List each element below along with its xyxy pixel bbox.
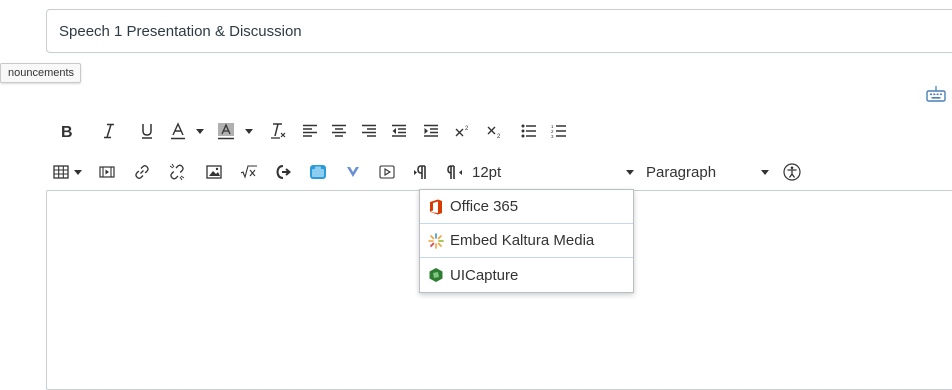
embed-icon: [379, 165, 395, 179]
indent-button[interactable]: [414, 117, 448, 145]
image-button[interactable]: [196, 158, 232, 186]
italic-button[interactable]: [88, 117, 130, 145]
outdent-button[interactable]: [384, 117, 414, 145]
text-color-icon: [171, 122, 185, 140]
apps-button[interactable]: [300, 158, 336, 186]
align-left-button[interactable]: [296, 117, 324, 145]
superscript-button[interactable]: 2: [448, 117, 478, 145]
embed-button[interactable]: [370, 158, 404, 186]
unlink-button[interactable]: [158, 158, 196, 186]
background-color-button[interactable]: [210, 117, 260, 145]
italic-icon: [104, 123, 114, 139]
menu-item-uicapture[interactable]: UICapture: [420, 258, 633, 292]
table-icon: [52, 165, 69, 179]
ltr-icon: [414, 165, 426, 179]
chevron-down-icon: [245, 128, 253, 134]
rtl-button[interactable]: [438, 158, 472, 186]
media-icon: [99, 166, 115, 178]
link-icon: [135, 165, 149, 179]
menu-item-label: Embed Kaltura Media: [450, 232, 595, 249]
align-center-icon: [332, 124, 346, 137]
align-center-button[interactable]: [324, 117, 354, 145]
apps-icon: [310, 165, 326, 179]
underline-icon: [142, 124, 152, 139]
uicapture-icon: [428, 267, 444, 283]
svg-text:2: 2: [465, 126, 469, 132]
font-size-value: 12pt: [472, 163, 502, 181]
align-right-button[interactable]: [354, 117, 384, 145]
menu-item-office365[interactable]: Office 365: [420, 190, 633, 224]
accessibility-button[interactable]: [775, 158, 809, 186]
indent-icon: [424, 124, 438, 137]
align-left-icon: [303, 124, 317, 137]
image-icon: [206, 165, 222, 179]
chevron-down-icon: [626, 169, 634, 175]
align-right-icon: [362, 124, 376, 137]
font-size-select[interactable]: 12pt: [472, 158, 640, 186]
equation-icon: [240, 165, 257, 179]
numbered-list-button[interactable]: 123: [546, 117, 572, 145]
v-icon: [347, 167, 359, 177]
subscript-icon: 2: [487, 126, 501, 138]
chevron-down-icon: [73, 169, 82, 175]
ltr-button[interactable]: [404, 158, 438, 186]
background-color-icon: [218, 123, 234, 140]
clear-formatting-button[interactable]: [260, 117, 296, 145]
office365-icon: [428, 199, 444, 215]
rtl-icon: [447, 165, 462, 179]
insert-toolbar: 12pt Paragraph: [46, 158, 809, 186]
svg-text:B: B: [61, 124, 73, 139]
underline-button[interactable]: [130, 117, 164, 145]
media-button[interactable]: [88, 158, 126, 186]
formatting-toolbar: B 2 2 123: [46, 117, 572, 145]
equation-button[interactable]: [232, 158, 266, 186]
tooltip: nouncements: [0, 63, 82, 83]
bold-button[interactable]: B: [46, 117, 88, 145]
chevron-down-icon: [196, 128, 204, 134]
superscript-icon: 2: [455, 126, 469, 137]
title-input-value: Speech 1 Presentation & Discussion: [59, 22, 302, 40]
accessibility-icon: [783, 163, 801, 181]
outdent-icon: [392, 124, 406, 137]
bold-icon: B: [61, 124, 73, 139]
table-button[interactable]: [46, 158, 88, 186]
text-color-button[interactable]: [164, 117, 210, 145]
title-input[interactable]: Speech 1 Presentation & Discussion: [46, 9, 952, 53]
svg-text:2: 2: [497, 134, 501, 138]
menu-item-label: UICapture: [450, 266, 519, 284]
clear-formatting-icon: [271, 123, 286, 139]
keyboard-icon[interactable]: [926, 86, 946, 102]
lti-icon: [276, 165, 291, 179]
lti-button[interactable]: [266, 158, 300, 186]
menu-item-label: Office 365: [450, 198, 519, 215]
subscript-button[interactable]: 2: [478, 117, 512, 145]
v-button[interactable]: [336, 158, 370, 186]
svg-text:3: 3: [551, 134, 554, 138]
block-format-value: Paragraph: [646, 163, 717, 181]
chevron-down-icon: [761, 169, 769, 175]
bullet-list-button[interactable]: [512, 117, 546, 145]
unlink-icon: [169, 163, 185, 181]
numbered-list-icon: 123: [551, 124, 566, 138]
kaltura-icon: [428, 232, 444, 249]
apps-dropdown-menu: Office 365 Embed Kaltura Media UICapture: [419, 189, 634, 293]
bullet-list-icon: [521, 124, 536, 138]
block-format-select[interactable]: Paragraph: [640, 158, 775, 186]
link-button[interactable]: [126, 158, 158, 186]
menu-item-kaltura[interactable]: Embed Kaltura Media: [420, 224, 633, 258]
